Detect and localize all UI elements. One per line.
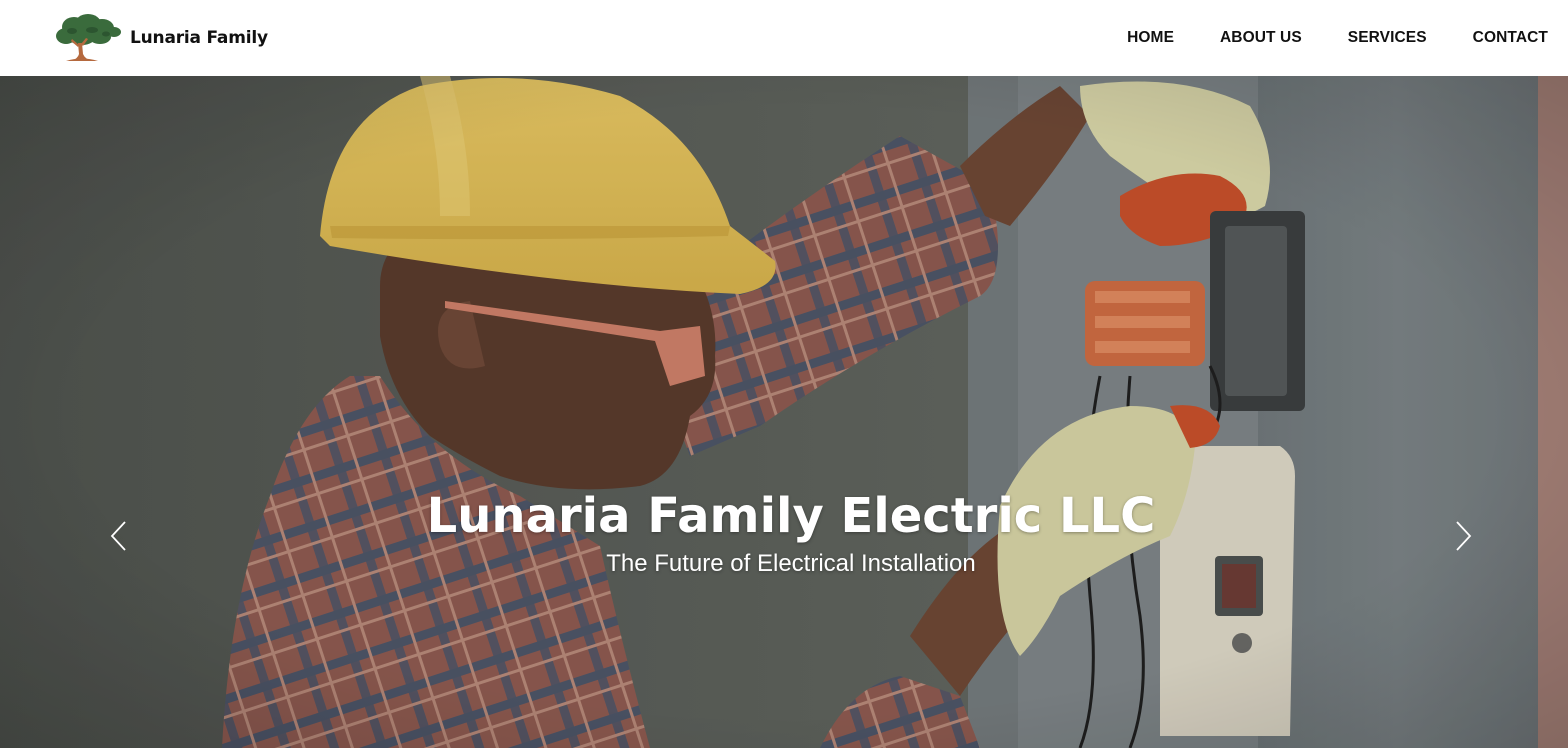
nav-services[interactable]: SERVICES (1348, 29, 1427, 47)
hero-title: Lunaria Family Electric LLC (426, 488, 1156, 544)
nav-about-us[interactable]: ABOUT US (1220, 29, 1302, 47)
main-nav: HOME ABOUT US SERVICES CONTACT (1081, 0, 1548, 76)
hero-overlay (0, 76, 1568, 748)
nav-contact[interactable]: CONTACT (1473, 29, 1548, 47)
tree-icon (52, 12, 124, 64)
carousel-next-button[interactable] (1443, 516, 1483, 560)
brand-name: Lunaria Family (130, 28, 268, 48)
chevron-left-icon (109, 520, 129, 557)
nav-home[interactable]: HOME (1127, 29, 1174, 47)
hero-subtitle: The Future of Electrical Installation (606, 550, 976, 577)
hero-carousel: Lunaria Family Electric LLC The Future o… (0, 76, 1568, 748)
site-header: Lunaria Family HOME ABOUT US SERVICES CO… (0, 0, 1568, 76)
brand-logo-link[interactable]: Lunaria Family (52, 12, 268, 64)
chevron-right-icon (1453, 520, 1473, 557)
carousel-prev-button[interactable] (99, 516, 139, 560)
